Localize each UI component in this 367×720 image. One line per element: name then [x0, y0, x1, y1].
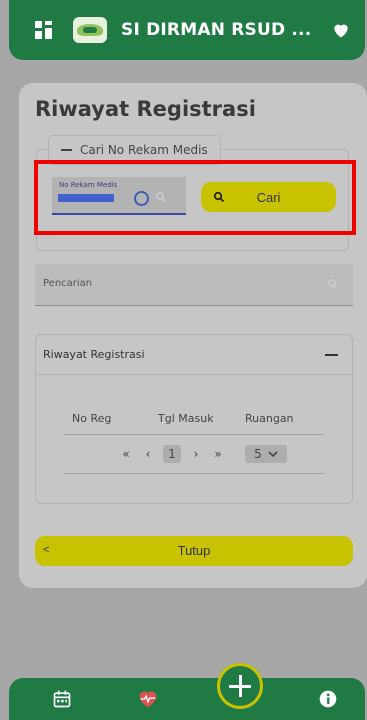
history-panel-title: Riwayat Registrasi	[43, 348, 145, 361]
page-size-select[interactable]: 5	[245, 445, 287, 463]
search-icon	[328, 279, 339, 290]
highlight-box	[34, 160, 356, 235]
page-size-value: 5	[254, 447, 262, 461]
column-header-ruangan[interactable]: Ruangan	[245, 412, 294, 425]
last-page-button[interactable]: »	[207, 447, 229, 461]
calendar-icon[interactable]	[52, 689, 72, 709]
registration-history-card: Riwayat Registrasi Cari No Rekam Medis N…	[19, 83, 367, 588]
close-button[interactable]: < Tutup	[35, 536, 353, 566]
history-panel: Riwayat Registrasi No Reg Tgl Masuk Ruan…	[35, 334, 353, 504]
bottom-nav	[9, 678, 365, 720]
app-title: SI DIRMAN RSUD ...	[121, 20, 312, 40]
next-page-button[interactable]: ›	[185, 447, 207, 461]
column-header-tgl-masuk[interactable]: Tgl Masuk	[158, 412, 214, 425]
prev-page-button[interactable]: ‹	[137, 447, 159, 461]
info-icon[interactable]	[318, 689, 338, 709]
current-page[interactable]: 1	[163, 445, 181, 463]
pagination: « ‹ 1 › » 5	[115, 444, 287, 464]
table-divider	[64, 434, 324, 435]
filter-search-input[interactable]: Pencarian	[35, 264, 353, 306]
column-header-no-reg[interactable]: No Reg	[72, 412, 111, 425]
filter-search-placeholder: Pencarian	[43, 278, 93, 289]
heartbeat-icon[interactable]	[137, 688, 159, 710]
menu-grid-icon[interactable]	[35, 21, 53, 39]
search-fieldset-legend-label: Cari No Rekam Medis	[80, 143, 208, 157]
page-title: Riwayat Registrasi	[35, 97, 256, 121]
table-divider	[64, 473, 324, 474]
add-fab-button[interactable]	[217, 663, 263, 709]
collapse-dash-icon	[61, 149, 72, 151]
chevron-down-icon	[268, 450, 278, 457]
app-logo	[73, 17, 107, 43]
first-page-button[interactable]: «	[115, 447, 137, 461]
close-button-label: Tutup	[177, 543, 211, 558]
history-panel-header[interactable]: Riwayat Registrasi	[36, 335, 352, 375]
heart-icon[interactable]	[331, 20, 351, 40]
app-bar: SI DIRMAN RSUD ...	[9, 0, 365, 60]
collapse-icon[interactable]	[325, 354, 338, 356]
